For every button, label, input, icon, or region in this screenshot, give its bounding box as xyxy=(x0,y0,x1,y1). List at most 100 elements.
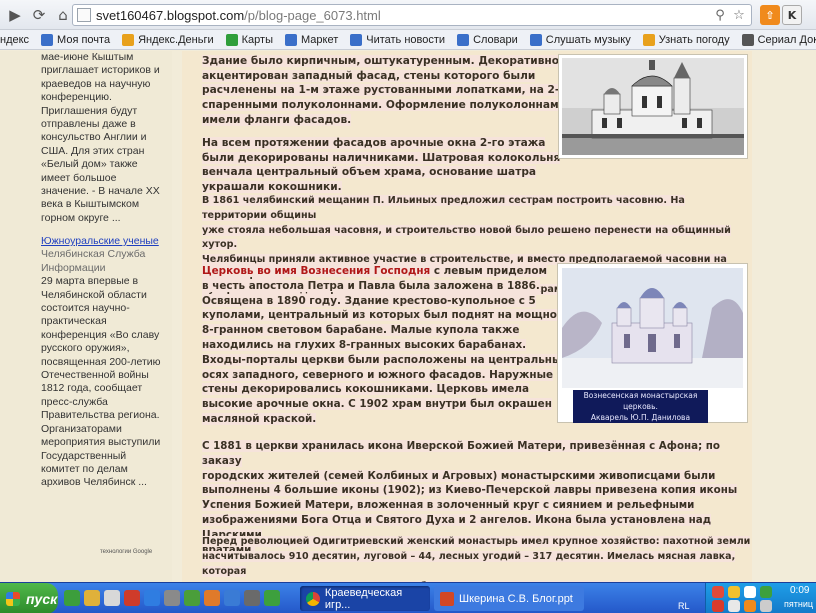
bookmark-item[interactable]: Слушать музыку xyxy=(529,33,631,46)
text-line: Государственный xyxy=(41,449,127,462)
extension-k-icon[interactable]: K xyxy=(782,5,802,25)
text-line: Приглашения будут xyxy=(41,104,138,117)
home-icon[interactable]: ⌂ xyxy=(52,4,74,26)
bookmark-item[interactable]: ндекс xyxy=(0,34,29,46)
church-title-rest: с левым приделом xyxy=(430,265,547,277)
news-icon xyxy=(350,33,363,46)
text-line: Отечественной войны xyxy=(41,369,149,382)
quicklaunch-icon-2[interactable] xyxy=(84,590,100,606)
page-icon xyxy=(77,8,91,22)
tray-icon-7[interactable] xyxy=(744,600,756,612)
text-line: Освящена в 1890 году. Здание крестово-ку… xyxy=(202,294,536,307)
text-line: куполами, центральный из которых был под… xyxy=(202,309,566,322)
url-path: /p/blog-page_6073.html xyxy=(244,7,381,23)
bookmark-item[interactable]: Маркет xyxy=(285,33,339,46)
text-line: Организаторами xyxy=(41,422,122,435)
bookmark-item[interactable]: Карты xyxy=(225,33,273,46)
quicklaunch-icon-6[interactable] xyxy=(164,590,180,606)
bookmark-item[interactable]: Яндекс.Деньги xyxy=(122,33,214,46)
tray-icon-6[interactable] xyxy=(728,600,740,612)
bookmark-item[interactable]: Узнать погоду xyxy=(642,33,730,46)
start-label: пуск xyxy=(26,590,58,607)
page-content: мае-июне Кыштым приглашает историков и кра… xyxy=(0,51,816,582)
quicklaunch-icon-7[interactable] xyxy=(184,590,200,606)
tray-icon-4[interactable] xyxy=(760,586,772,598)
chrome-icon xyxy=(306,591,320,606)
news-item-2: Южноуральские ученые Челябинская Служба И… xyxy=(41,235,169,490)
quicklaunch-icon-9[interactable] xyxy=(224,590,240,606)
text-line: выполнены 4 большие иконы (1902); из Кие… xyxy=(202,484,738,497)
task-button-browser[interactable]: Краеведческая игр... xyxy=(300,586,430,611)
text-line: В 1861 челябинский мещанин П. Ильиных пр… xyxy=(202,195,685,221)
text-line: имеет большое xyxy=(41,171,117,184)
text-line: 8-гранном световом барабане. Малые купол… xyxy=(202,324,520,337)
language-indicator[interactable]: RL xyxy=(678,601,690,611)
text-line: состоится научно- xyxy=(41,302,130,315)
star-icon[interactable]: ☆ xyxy=(731,7,747,23)
quicklaunch-icon-5[interactable] xyxy=(144,590,160,606)
url-host: svet160467.blogspot.com xyxy=(96,7,245,23)
watercolor-caption: Вознесенская монастырская церковь. Акваре… xyxy=(573,390,708,423)
text-line: 1812 года, сообщает xyxy=(41,382,143,395)
sidebar-news: мае-июне Кыштым приглашает историков и кра… xyxy=(0,51,172,582)
text-line: спаренными полуколоннами. Оформление пол… xyxy=(202,99,567,112)
tray-icon-2[interactable] xyxy=(728,586,740,598)
bookmark-label: Читать новости xyxy=(366,33,446,46)
music-icon xyxy=(529,33,542,46)
bookmark-item[interactable]: Моя почта xyxy=(41,33,110,46)
windows-logo-icon xyxy=(6,591,20,606)
church-title: Церковь во имя Вознесения Господня xyxy=(202,265,431,277)
quicklaunch-icon-3[interactable] xyxy=(104,590,120,606)
text-line: расчленены на 1-м этаже рустованными лоп… xyxy=(202,84,568,97)
quicklaunch-icon-1[interactable] xyxy=(64,590,80,606)
text-line: конференция «Во славу xyxy=(41,328,160,341)
text-line: Входы-порталы церкви были расположены на… xyxy=(202,353,569,366)
text-line: городских жителей (семей Колбиных и Агро… xyxy=(202,469,716,482)
text-line: высокие арочные окна. С 1902 храм внутри… xyxy=(202,398,552,411)
bookmark-item[interactable]: Читать новости xyxy=(350,33,446,46)
church-watercolor-image xyxy=(562,268,743,388)
text-line: масляной краской. xyxy=(202,412,317,425)
maps-icon xyxy=(225,33,238,46)
tray-icon-1[interactable] xyxy=(712,586,724,598)
forward-icon[interactable]: ▶ xyxy=(4,4,26,26)
task-button-powerpoint[interactable]: Шкерина С.В. Блог.ppt xyxy=(434,586,584,611)
bookmark-item[interactable]: Словари xyxy=(457,33,518,46)
text-line: Успения Божией Матери, вложенная в золоч… xyxy=(202,499,695,512)
quicklaunch-icon-8[interactable] xyxy=(204,590,220,606)
text-line: Здание было кирпичным, оштукатуренным. Д… xyxy=(202,55,560,67)
market-icon xyxy=(285,33,297,46)
text-line: практическая xyxy=(41,315,107,328)
text-line: осях западного, северного и южного фасад… xyxy=(202,368,554,381)
text-line: 29 марта впервые в xyxy=(41,275,139,288)
bookmark-label: Слушать музыку xyxy=(545,33,631,46)
extension-icon[interactable]: ⇧ xyxy=(760,5,780,25)
address-bar[interactable]: svet160467.blogspot.com/p/blog-page_6073… xyxy=(72,4,752,26)
news-snippet-2: 29 марта впервые в Челябинской области сос… xyxy=(41,275,169,490)
quicklaunch-icon-11[interactable] xyxy=(264,590,280,606)
text-line: Вознесенская монастырская церковь. xyxy=(583,391,698,411)
weather-icon xyxy=(642,33,655,46)
bookmark-label: Словари xyxy=(473,33,518,46)
start-button[interactable]: пуск xyxy=(0,583,58,613)
reload-icon[interactable]: ⟳ xyxy=(28,4,50,26)
tray-icon-5[interactable] xyxy=(712,600,724,612)
bookmark-item[interactable]: Сериал Доктор Хаус... xyxy=(741,33,816,46)
text-line: архивов Челябинск ... xyxy=(41,476,147,489)
text-line: акцентирован западный фасад, стены котор… xyxy=(202,69,536,82)
text-line: консульство Англии и xyxy=(41,131,147,144)
tray-icon-3[interactable] xyxy=(744,586,756,598)
volume-icon[interactable] xyxy=(760,600,772,612)
text-line: конференцию. xyxy=(41,91,112,104)
extension-k-label: K xyxy=(787,8,797,22)
search-key-icon[interactable]: ⚲ xyxy=(712,7,728,23)
text-line: Правительства региона. xyxy=(41,409,160,422)
news-link-south-ural[interactable]: Южноуральские ученые xyxy=(41,235,169,248)
text-line: уже стояла небольшая часовня, и строител… xyxy=(202,224,731,251)
bookmark-label: Маркет xyxy=(301,33,339,46)
text-line: посвященная 200-летию xyxy=(41,355,161,368)
quicklaunch-icon-4[interactable] xyxy=(124,590,140,606)
quicklaunch-icon-10[interactable] xyxy=(244,590,260,606)
clock-time[interactable]: 0:09 xyxy=(790,585,809,596)
dictionary-icon xyxy=(457,33,470,46)
